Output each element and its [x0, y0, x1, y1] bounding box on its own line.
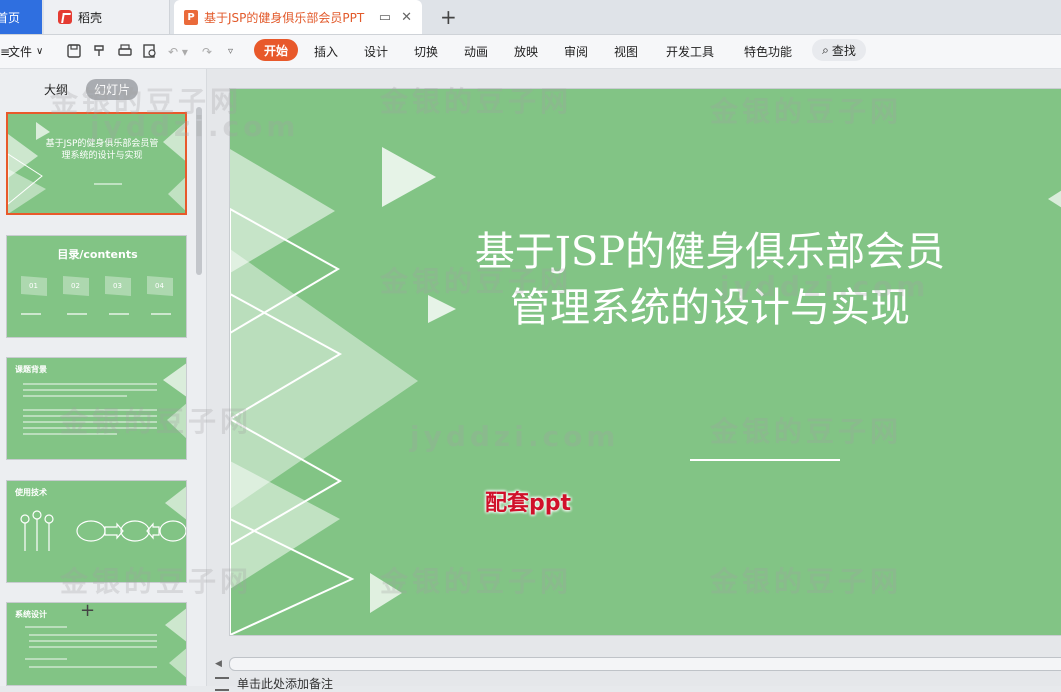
slide-3-decoration — [23, 363, 186, 439]
slide-thumbnail-1[interactable]: 基于JSP的健身俱乐部会员管理系统的设计与实现 — [6, 112, 187, 215]
slide-title[interactable]: 基于JSP的健身俱乐部会员 管理系统的设计与实现 — [390, 224, 1030, 336]
search-icon: ⌕ — [822, 42, 829, 57]
slide-title-line-2: 管理系统的设计与实现 — [510, 285, 910, 331]
slide-title-line-1: 基于JSP的健身俱乐部会员 — [474, 229, 946, 275]
file-menu[interactable]: 文件 ∨ — [8, 35, 43, 68]
slide-4-decoration — [20, 486, 186, 551]
notes-icon — [215, 676, 229, 691]
undo-icon[interactable]: ↶ ▾ — [168, 35, 188, 68]
new-tab-icon[interactable]: + — [440, 5, 457, 29]
outline-tab[interactable]: 大纲 — [36, 79, 76, 100]
slide-1-thumb-title: 基于JSP的健身俱乐部会员管理系统的设计与实现 — [45, 139, 159, 161]
slides-tab[interactable]: 幻灯片 — [86, 79, 139, 100]
window-mode-icon[interactable]: ▭ — [379, 10, 391, 25]
add-slide-icon[interactable]: + — [80, 600, 95, 621]
quick-access-more-icon[interactable]: ▿ — [228, 35, 233, 68]
tab-tools: ▭ ✕ — [379, 10, 412, 25]
slide-2-num-4: 04 — [155, 282, 164, 290]
slide-2-num-3: 03 — [113, 282, 122, 290]
thumbnail-scrollbar[interactable] — [196, 107, 202, 275]
slide-1-decoration — [8, 122, 185, 213]
tab-home[interactable]: 首页 — [0, 0, 42, 34]
slide-2-num-2: 02 — [71, 282, 80, 290]
chevron-down-icon: ∨ — [36, 46, 44, 57]
save-icon[interactable] — [66, 43, 82, 59]
print-preview-icon[interactable] — [142, 43, 158, 59]
menu-tab-insert[interactable]: 插入 — [314, 35, 338, 68]
scroll-left-arrow-icon[interactable]: ◀ — [215, 659, 222, 669]
tab-daoke[interactable]: 稻壳 — [44, 0, 170, 34]
menu-tab-transition[interactable]: 切换 — [414, 35, 438, 68]
slide-thumbnail-2[interactable]: 目录/contents 01 02 03 04 — [6, 235, 187, 338]
menu-tab-design[interactable]: 设计 — [364, 35, 388, 68]
daoke-logo-icon — [58, 10, 72, 24]
ppt-file-icon: P — [184, 9, 198, 25]
slide-thumbnail-pane: 大纲 幻灯片 基于JSP的健身俱乐部会员管理系统的设计与实现 目录/conten… — [0, 69, 207, 686]
ribbon-menu-bar: ≡ 文件 ∨ ↶ ▾ ↷ ▿ 开始 插入 设计 切换 动画 放映 审阅 视图 开… — [0, 35, 1061, 69]
horizontal-scrollbar[interactable] — [229, 657, 1061, 671]
tab-document[interactable]: P 基于JSP的健身俱乐部会员PPT ▭ ✕ — [174, 0, 422, 34]
format-painter-icon[interactable] — [92, 43, 108, 59]
file-menu-label: 文件 — [8, 45, 33, 59]
menu-tab-slideshow[interactable]: 放映 — [514, 35, 538, 68]
slide-thumbnail-4[interactable]: 使用技术 — [6, 480, 187, 583]
slide-thumbnail-3[interactable]: 课题背景 — [6, 357, 187, 460]
menu-tab-features[interactable]: 特色功能 — [744, 35, 792, 68]
slide-1[interactable]: 基于JSP的健身俱乐部会员 管理系统的设计与实现 配套ppt — [230, 89, 1061, 635]
print-icon[interactable] — [117, 43, 133, 59]
tab-bar: 首页 稻壳 P 基于JSP的健身俱乐部会员PPT ▭ ✕ + — [0, 0, 1061, 35]
view-switch: 大纲 幻灯片 — [36, 79, 139, 100]
close-tab-icon[interactable]: ✕ — [401, 10, 412, 25]
tab-document-label: 基于JSP的健身俱乐部会员PPT — [204, 10, 365, 25]
redo-icon[interactable]: ↷ — [202, 35, 212, 68]
notes-placeholder: 单击此处添加备注 — [237, 677, 334, 691]
tab-home-label: 首页 — [0, 10, 21, 25]
title-divider-line — [690, 459, 840, 461]
slide-triangle-decoration — [230, 147, 1061, 635]
slide-editing-area: 基于JSP的健身俱乐部会员 管理系统的设计与实现 配套ppt ◀ 单击此处添加备… — [207, 69, 1061, 691]
menu-tab-start[interactable]: 开始 — [254, 39, 298, 61]
slide-thumbnail-5[interactable]: 系统设计 — [6, 602, 187, 686]
slide-2-num-1: 01 — [29, 282, 38, 290]
tab-daoke-label: 稻壳 — [78, 10, 103, 25]
stamp-label: 配套ppt — [485, 491, 572, 516]
menu-tab-review[interactable]: 审阅 — [564, 35, 588, 68]
menu-tab-view[interactable]: 视图 — [614, 35, 638, 68]
search-label: 查找 — [831, 43, 856, 58]
slide-5-decoration — [25, 608, 186, 678]
menu-tab-animation[interactable]: 动画 — [464, 35, 488, 68]
notes-bar[interactable]: 单击此处添加备注 — [215, 675, 333, 692]
search-button[interactable]: ⌕ 查找 — [812, 39, 866, 61]
menu-tab-developer[interactable]: 开发工具 — [666, 35, 714, 68]
